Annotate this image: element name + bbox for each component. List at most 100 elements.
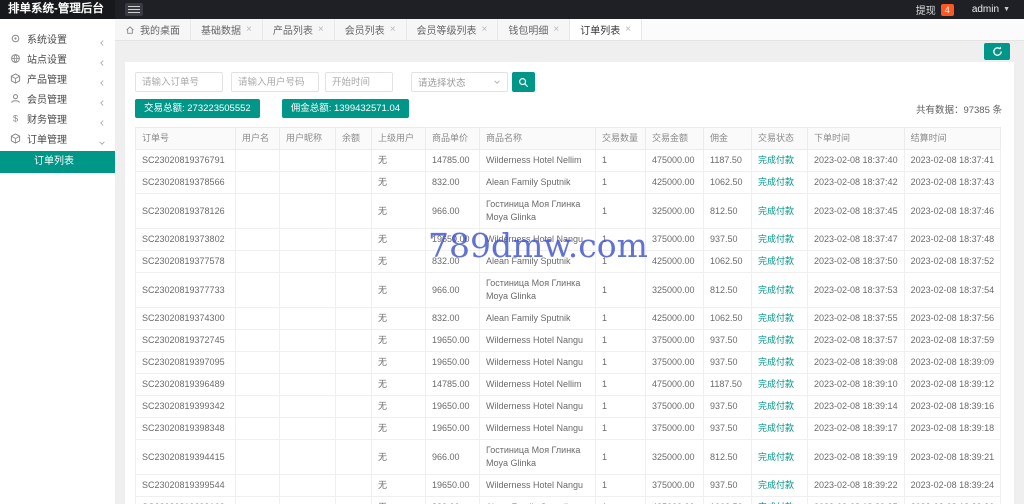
close-icon[interactable]: × <box>482 24 488 35</box>
refresh-button[interactable] <box>984 43 1010 60</box>
table-cell: 19650.00 <box>425 329 480 352</box>
table-cell: 19650.00 <box>425 228 480 251</box>
table-cell: SC23020819372745 <box>135 329 236 352</box>
tab-label: 钱包明细 <box>508 26 549 37</box>
table-cell: 无 <box>371 228 426 251</box>
table-cell: 无 <box>371 329 426 352</box>
column-header: 结算时间 <box>903 127 1002 150</box>
hamburger-icon[interactable] <box>125 3 143 16</box>
table-cell: 937.50 <box>703 417 752 440</box>
status-select[interactable]: 请选择状态 <box>411 72 508 92</box>
content-area: 我的桌面 基础数据 × 产品列表 × 会员列表 × 会员等级列表 × 钱包明细 × 订单列表 × 请选择… <box>115 19 1024 504</box>
table-cell <box>335 474 372 497</box>
close-icon[interactable]: × <box>246 24 252 35</box>
transaction-total-badge: 交易总额: 273223505552 <box>135 99 260 118</box>
filter-row: 请选择状态 <box>135 72 1004 92</box>
table-cell: 425000.00 <box>645 307 704 330</box>
table-cell: 1062.50 <box>703 250 752 273</box>
table-cell: 1062.50 <box>703 171 752 194</box>
table-cell <box>279 496 336 504</box>
withdraw-label: 提现 <box>915 6 936 17</box>
table-cell: 966.00 <box>425 439 480 475</box>
sidebar-item[interactable]: 产品管理 <box>0 68 115 88</box>
table-cell: 完成付款 <box>751 272 808 308</box>
table-cell <box>279 171 336 194</box>
table-cell: 325000.00 <box>645 439 704 475</box>
table-cell: Wilderness Hotel Nellim <box>479 149 596 172</box>
search-button[interactable] <box>512 72 535 92</box>
table-cell: 2023-02-08 18:39:14 <box>807 395 905 418</box>
sidebar-item[interactable]: 站点设置 <box>0 48 115 68</box>
table-cell: 2023-02-08 18:37:42 <box>807 171 905 194</box>
table-row: SC23020819374300 无 832.00 Alean Family Sput… <box>135 307 1002 330</box>
sidebar-item-label: 财务管理 <box>27 114 67 126</box>
svg-text:$: $ <box>12 113 17 123</box>
table-cell: 19650.00 <box>425 351 480 374</box>
sidebar-item[interactable]: 订单管理 <box>0 128 115 148</box>
close-icon[interactable]: × <box>390 24 396 35</box>
top-bar: 排单系统-管理后台 提现 4 admin ▼ <box>0 0 1024 19</box>
user-number-input[interactable] <box>231 72 319 92</box>
tab[interactable]: 我的桌面 <box>115 19 191 40</box>
user-menu[interactable]: admin ▼ <box>972 4 1010 15</box>
close-icon[interactable]: × <box>318 24 324 35</box>
table-cell: 2023-02-08 18:37:50 <box>807 250 905 273</box>
table-cell <box>235 193 280 229</box>
toolbar-strip <box>115 41 1024 62</box>
sidebar-item[interactable]: 会员管理 <box>0 88 115 108</box>
table-cell: 375000.00 <box>645 395 704 418</box>
table-cell: 无 <box>371 307 426 330</box>
withdraw-badge: 4 <box>940 3 954 16</box>
table-row: SC23020819399342 无 19650.00 Wilderness Hote… <box>135 395 1002 418</box>
chevron-left-icon <box>98 94 106 106</box>
tab[interactable]: 基础数据 × <box>191 19 263 40</box>
table-cell <box>279 193 336 229</box>
product-icon <box>9 72 21 84</box>
close-icon[interactable]: × <box>625 24 631 35</box>
tab[interactable]: 钱包明细 × <box>498 19 571 40</box>
table-cell <box>335 250 372 273</box>
withdraw-menu[interactable]: 提现 4 <box>916 2 954 17</box>
table-cell: Гостиница Моя Глинка Moya Glinka <box>479 272 596 308</box>
tab[interactable]: 会员列表 × <box>334 19 407 40</box>
table-cell <box>279 228 336 251</box>
sidebar-item-order-list[interactable]: 订单列表 <box>0 151 115 173</box>
table-cell <box>279 439 336 475</box>
table-cell: 1 <box>595 417 646 440</box>
table-cell: SC23020819377733 <box>135 272 236 308</box>
tab-label: 会员列表 <box>344 26 385 37</box>
close-icon[interactable]: × <box>553 24 559 35</box>
table-cell: 375000.00 <box>645 228 704 251</box>
table-cell: 966.00 <box>425 272 480 308</box>
column-header: 佣金 <box>703 127 752 150</box>
sidebar-item-label: 订单管理 <box>27 134 67 146</box>
table-cell <box>279 395 336 418</box>
tab[interactable]: 会员等级列表 × <box>406 19 499 40</box>
table-cell: 1 <box>595 474 646 497</box>
table-cell <box>335 395 372 418</box>
table-cell <box>335 496 372 504</box>
table-cell: 832.00 <box>425 250 480 273</box>
table-cell: 14785.00 <box>425 149 480 172</box>
sidebar-item[interactable]: $ 财务管理 <box>0 108 115 128</box>
tab[interactable]: 产品列表 × <box>262 19 335 40</box>
table-cell: 2023-02-08 18:37:46 <box>903 193 1002 229</box>
sidebar-item-label: 系统设置 <box>27 34 67 46</box>
table-row: SC23020819394415 无 966.00 Гостиница Моя Гли… <box>135 439 1002 475</box>
table-cell: 2023-02-08 18:37:47 <box>807 228 905 251</box>
chevron-down-icon: ▼ <box>1003 6 1010 13</box>
table-cell: Гостиница Моя Глинка Moya Glinka <box>479 193 596 229</box>
tab[interactable]: 订单列表 × <box>570 19 643 40</box>
order-number-input[interactable] <box>135 72 223 92</box>
table-cell: 2023-02-08 18:39:10 <box>807 373 905 396</box>
start-time-input[interactable] <box>325 72 393 92</box>
table-cell: 2023-02-08 18:37:56 <box>903 307 1002 330</box>
table-cell <box>235 351 280 374</box>
table-cell: Wilderness Hotel Nangu <box>479 417 596 440</box>
table-cell <box>235 272 280 308</box>
app-window: 排单系统-管理后台 提现 4 admin ▼ 系统设置 站点设置 产品管理 会员管理 $… <box>0 0 1024 504</box>
sidebar-item[interactable]: 系统设置 <box>0 28 115 48</box>
table-cell: 937.50 <box>703 228 752 251</box>
table-cell: SC23020819399544 <box>135 474 236 497</box>
table-row: SC23020819378566 无 832.00 Alean Family Sput… <box>135 171 1002 194</box>
